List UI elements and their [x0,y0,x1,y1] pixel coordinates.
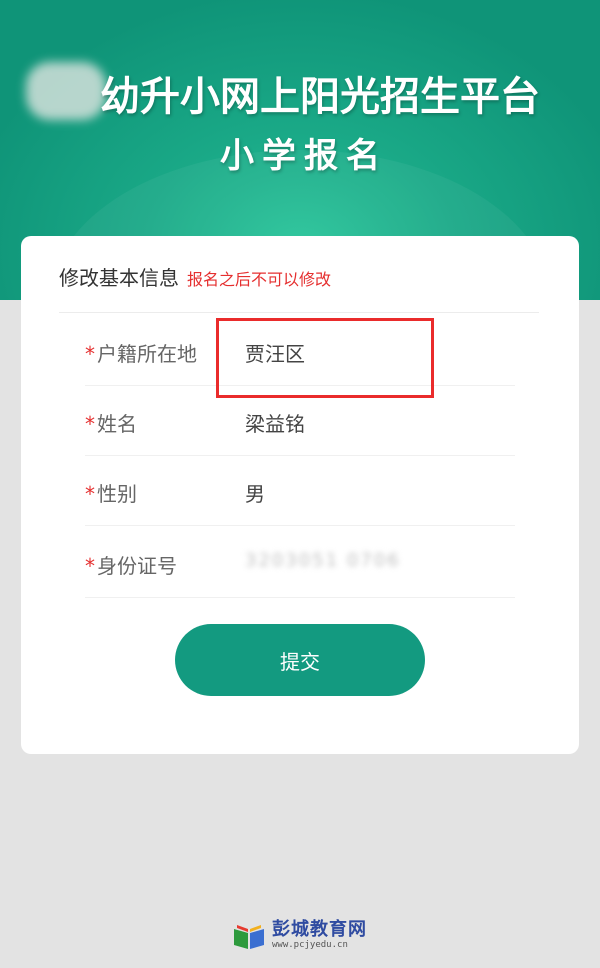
watermark: 彭城教育网 www.pcjyedu.cn [232,920,367,951]
id-number-label: * 身份证号 [85,554,177,578]
divider [59,312,539,313]
id-number-value[interactable]: 3203051 0706 [245,550,401,571]
highlight-annotation-box [216,318,434,398]
form-row-id-number: * 身份证号 3203051 0706 [85,528,515,598]
required-mark: * [85,482,95,506]
watermark-url: www.pcjyedu.cn [272,940,348,950]
required-mark: * [85,412,95,436]
household-label: * 户籍所在地 [85,342,197,366]
required-mark: * [85,342,95,366]
gender-value[interactable]: 男 [245,478,265,507]
book-icon [234,924,264,949]
name-label: * 姓名 [85,412,137,436]
edit-warning-text: 报名之后不可以修改 [187,270,332,289]
form-row-gender: * 性别 男 [85,456,515,526]
page-subtitle: 小学报名 [220,136,388,176]
card-title: 修改基本信息 [59,266,179,290]
page-title: 幼升小网上阳光招生平台 [100,74,540,120]
form-card: 修改基本信息 报名之后不可以修改 * 户籍所在地 贾汪区 * 姓名 梁益铭 * 性别 … [21,236,579,754]
gender-label: * 性别 [85,482,137,506]
blurred-region-name [26,62,106,120]
card-header: 修改基本信息 报名之后不可以修改 [59,262,331,291]
watermark-name: 彭城教育网 [272,919,367,940]
submit-button[interactable]: 提交 [175,624,425,696]
required-mark: * [85,554,95,578]
name-value[interactable]: 梁益铭 [245,408,305,437]
